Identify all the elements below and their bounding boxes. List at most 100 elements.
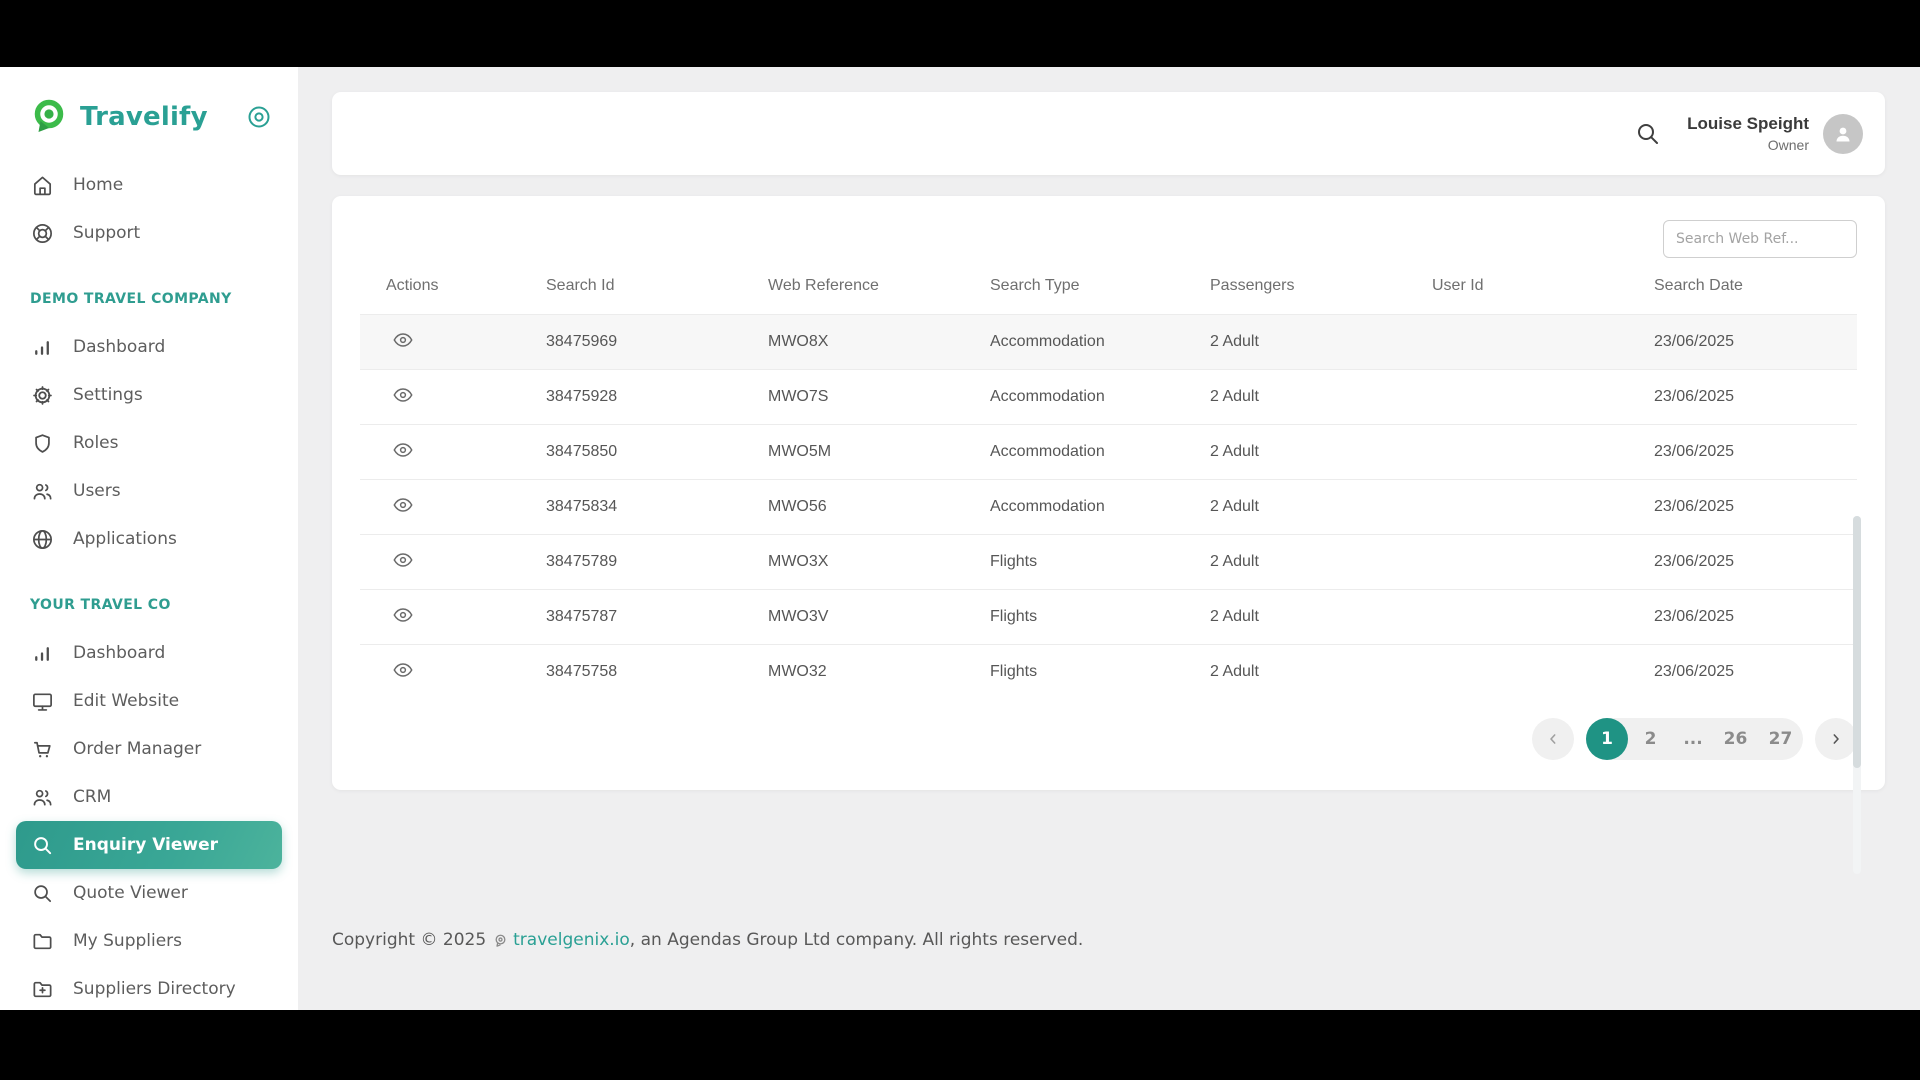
cell-search-date: 23/06/2025	[1654, 608, 1857, 626]
sidebar-item-label: Dashboard	[73, 337, 165, 357]
header-search-icon[interactable]	[1635, 121, 1661, 147]
sidebar-item-enquiry-viewer[interactable]: Enquiry Viewer	[16, 821, 282, 869]
search-icon	[30, 881, 54, 905]
sidebar-item-order-manager[interactable]: Order Manager	[0, 725, 298, 773]
sidebar-nav: Home Support DEMO TRAVEL COMPANY	[0, 161, 298, 1010]
cell-search-type: Flights	[990, 553, 1210, 571]
cell-search-type: Flights	[990, 663, 1210, 681]
cell-passengers: 2 Adult	[1210, 333, 1432, 351]
cell-passengers: 2 Adult	[1210, 553, 1432, 571]
sidebar-item-label: Home	[73, 175, 123, 195]
search-icon	[30, 833, 54, 857]
cell-search-type: Accommodation	[990, 388, 1210, 406]
travelgenix-link[interactable]: travelgenix.io	[513, 930, 630, 950]
sidebar-item-support[interactable]: Support	[0, 209, 298, 257]
sidebar-item-label: Quote Viewer	[73, 883, 188, 903]
sidebar-item-dashboard-demo[interactable]: Dashboard	[0, 323, 298, 371]
pagination-page-1[interactable]: 1	[1586, 718, 1628, 760]
sidebar-item-dashboard-your[interactable]: Dashboard	[0, 629, 298, 677]
table-row: 38475789 MWO3X Flights 2 Adult 23/06/202…	[360, 534, 1857, 589]
column-header-user-id: User Id	[1432, 277, 1654, 295]
view-enquiry-eye-icon[interactable]	[390, 603, 416, 629]
column-header-search-date: Search Date	[1654, 277, 1857, 295]
sidebar-item-crm[interactable]: CRM	[0, 773, 298, 821]
table-row: 38475787 MWO3V Flights 2 Adult 23/06/202…	[360, 589, 1857, 644]
view-enquiry-eye-icon[interactable]	[390, 658, 416, 684]
bar-chart-icon	[30, 335, 54, 359]
cell-passengers: 2 Adult	[1210, 498, 1432, 516]
cell-search-id: 38475758	[546, 663, 768, 681]
users-icon	[30, 785, 54, 809]
cell-search-date: 23/06/2025	[1654, 498, 1857, 516]
table-scrollbar-track	[1853, 516, 1861, 874]
pagination-prev-button[interactable]	[1532, 718, 1574, 760]
cell-web-reference: MWO56	[768, 498, 990, 516]
cell-passengers: 2 Adult	[1210, 608, 1432, 626]
column-header-web-reference: Web Reference	[768, 277, 990, 295]
sidebar-item-settings[interactable]: Settings	[0, 371, 298, 419]
cell-web-reference: MWO3X	[768, 553, 990, 571]
pagination-pages: 1 2 ... 26 27	[1586, 718, 1803, 760]
cell-search-id: 38475834	[546, 498, 768, 516]
lifebuoy-icon	[30, 221, 54, 245]
sidebar-item-label: Users	[73, 481, 121, 501]
cell-search-date: 23/06/2025	[1654, 388, 1857, 406]
brand-name: Travelify	[80, 102, 208, 132]
search-web-ref-input[interactable]	[1663, 220, 1857, 258]
gear-icon	[30, 383, 54, 407]
sidebar-item-users[interactable]: Users	[0, 467, 298, 515]
sidebar-item-label: My Suppliers	[73, 931, 182, 951]
sidebar-item-label: Settings	[73, 385, 143, 405]
pagination-page-27[interactable]: 27	[1758, 729, 1803, 749]
cell-search-id: 38475850	[546, 443, 768, 461]
cell-search-id: 38475928	[546, 388, 768, 406]
table-scrollbar-thumb[interactable]	[1853, 516, 1861, 768]
view-enquiry-eye-icon[interactable]	[390, 383, 416, 409]
user-avatar[interactable]	[1823, 114, 1863, 154]
sidebar-item-label: Enquiry Viewer	[73, 835, 218, 855]
brand-logo-row: Travelify	[0, 93, 298, 141]
cell-passengers: 2 Adult	[1210, 443, 1432, 461]
sidebar-section-demo-travel-company: DEMO TRAVEL COMPANY	[0, 275, 298, 323]
view-enquiry-eye-icon[interactable]	[390, 548, 416, 574]
sidebar-toggle-icon[interactable]	[246, 104, 272, 130]
cell-search-date: 23/06/2025	[1654, 443, 1857, 461]
sidebar-item-applications[interactable]: Applications	[0, 515, 298, 563]
cell-passengers: 2 Adult	[1210, 663, 1432, 681]
pagination-page-2[interactable]: 2	[1628, 729, 1673, 749]
pagination-next-button[interactable]	[1815, 718, 1857, 760]
view-enquiry-eye-icon[interactable]	[390, 493, 416, 519]
user-role: Owner	[1687, 137, 1809, 153]
sidebar-item-roles[interactable]: Roles	[0, 419, 298, 467]
column-header-search-id: Search Id	[546, 277, 768, 295]
cell-search-id: 38475787	[546, 608, 768, 626]
sidebar-item-home[interactable]: Home	[0, 161, 298, 209]
cell-search-id: 38475969	[546, 333, 768, 351]
main-content: Louise Speight Owner Actions Search Id W…	[298, 67, 1920, 1010]
table-row: 38475758 MWO32 Flights 2 Adult 23/06/202…	[360, 644, 1857, 699]
sidebar-item-my-suppliers[interactable]: My Suppliers	[0, 917, 298, 965]
table-header-row: Actions Search Id Web Reference Search T…	[360, 258, 1857, 314]
sidebar-item-edit-website[interactable]: Edit Website	[0, 677, 298, 725]
sidebar: Travelify Home	[0, 67, 298, 1010]
user-menu[interactable]: Louise Speight Owner	[1687, 114, 1809, 153]
cart-icon	[30, 737, 54, 761]
table-row: 38475850 MWO5M Accommodation 2 Adult 23/…	[360, 424, 1857, 479]
cell-passengers: 2 Adult	[1210, 388, 1432, 406]
folder-plus-icon	[30, 977, 54, 1001]
cell-search-date: 23/06/2025	[1654, 333, 1857, 351]
sidebar-item-quote-viewer[interactable]: Quote Viewer	[0, 869, 298, 917]
sidebar-item-suppliers-directory[interactable]: Suppliers Directory	[0, 965, 298, 1010]
view-enquiry-eye-icon[interactable]	[390, 438, 416, 464]
column-header-actions: Actions	[386, 277, 546, 295]
cell-web-reference: MWO3V	[768, 608, 990, 626]
view-enquiry-eye-icon[interactable]	[390, 328, 416, 354]
cell-search-date: 23/06/2025	[1654, 553, 1857, 571]
bar-chart-icon	[30, 641, 54, 665]
pagination-page-26[interactable]: 26	[1713, 729, 1758, 749]
user-name: Louise Speight	[1687, 114, 1809, 134]
cell-search-type: Accommodation	[990, 498, 1210, 516]
sidebar-item-label: Applications	[73, 529, 177, 549]
column-header-passengers: Passengers	[1210, 277, 1432, 295]
letterbox-top	[0, 0, 1920, 67]
